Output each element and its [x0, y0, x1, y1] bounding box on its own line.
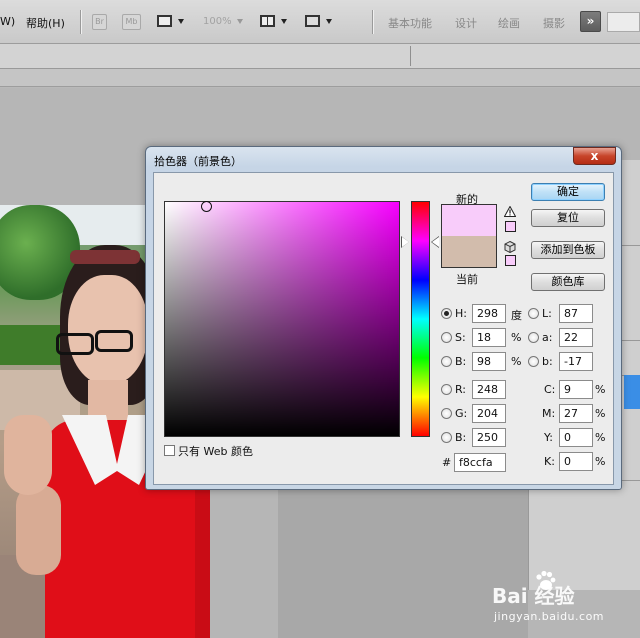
watermark: Bai 经验 jingyan.baidu.com — [492, 570, 632, 624]
blue-input[interactable]: 250 — [472, 428, 506, 447]
dialog-body: 新的 当前 确定 复位 添加到色板 颜色库 H: 298 度 S: 18 % B… — [153, 172, 614, 485]
a-channel-input[interactable]: 22 — [559, 328, 593, 347]
red-label: R: — [455, 383, 467, 396]
mini-bridge-button[interactable]: Mb — [122, 14, 141, 30]
black-unit: % — [595, 455, 606, 468]
search-box[interactable] — [607, 12, 640, 32]
brightness-unit: % — [511, 355, 522, 368]
web-colors-only-label: 只有 Web 颜色 — [178, 445, 253, 458]
workspace-painting[interactable]: 绘画 — [498, 15, 520, 31]
workspace-design[interactable]: 设计 — [455, 15, 477, 31]
hue-unit: 度 — [511, 309, 522, 322]
new-color-swatch — [442, 205, 496, 236]
dialog-title: 拾色器（前景色） — [154, 155, 242, 168]
hex-input[interactable]: f8ccfa — [454, 453, 506, 472]
paw-icon — [536, 570, 556, 590]
brightness-radio[interactable] — [441, 356, 452, 367]
green-radio[interactable] — [441, 408, 452, 419]
b-channel-radio[interactable] — [528, 356, 539, 367]
yellow-unit: % — [595, 431, 606, 444]
lightness-label: L: — [542, 307, 552, 320]
lightness-input[interactable]: 87 — [559, 304, 593, 323]
out-of-gamut-warning-icon[interactable] — [504, 206, 516, 217]
saturation-radio[interactable] — [441, 332, 452, 343]
add-to-swatches-button[interactable]: 添加到色板 — [531, 241, 605, 259]
black-label: K: — [544, 455, 555, 468]
brightness-input[interactable]: 98 — [472, 352, 506, 371]
options-bar — [0, 44, 640, 69]
arrange-documents-icon[interactable] — [258, 12, 278, 30]
saturation-unit: % — [511, 331, 522, 344]
yellow-label: Y: — [544, 431, 553, 444]
red-input[interactable]: 248 — [472, 380, 506, 399]
saturation-input[interactable]: 18 — [472, 328, 506, 347]
web-colors-only-checkbox[interactable] — [164, 445, 175, 456]
magenta-input[interactable]: 27 — [559, 404, 593, 423]
chevron-down-icon[interactable] — [326, 19, 332, 24]
gamut-swatch[interactable] — [505, 221, 516, 232]
b-channel-label: b: — [542, 355, 553, 368]
menu-bar: W) 帮助(H) Br Mb 100% 基本功能 设计 绘画 摄影 » — [0, 0, 640, 44]
bridge-button[interactable]: Br — [92, 14, 107, 30]
magenta-label: M: — [542, 407, 556, 420]
green-input[interactable]: 204 — [472, 404, 506, 423]
chevron-down-icon[interactable] — [281, 19, 287, 24]
hue-slider[interactable] — [411, 201, 430, 437]
color-preview — [441, 204, 497, 268]
saturation-label: S: — [455, 331, 466, 344]
chevron-down-icon[interactable] — [178, 19, 184, 24]
cyan-unit: % — [595, 383, 606, 396]
a-channel-radio[interactable] — [528, 332, 539, 343]
green-label: G: — [455, 407, 468, 420]
blue-radio[interactable] — [441, 432, 452, 443]
ok-button[interactable]: 确定 — [531, 183, 605, 201]
workspace-photography[interactable]: 摄影 — [543, 15, 565, 31]
color-libraries-button[interactable]: 颜色库 — [531, 273, 605, 291]
cyan-label: C: — [544, 383, 556, 396]
more-workspaces-button[interactable]: » — [580, 11, 601, 32]
zoom-level[interactable]: 100% — [203, 16, 232, 27]
document-tab-strip — [0, 69, 640, 87]
red-radio[interactable] — [441, 384, 452, 395]
color-picker-dialog: 拾色器（前景色） x 新的 当前 确定 复位 添加到色板 颜色库 H: 298 … — [145, 146, 622, 490]
view-extras-icon[interactable] — [155, 12, 175, 30]
brightness-label: B: — [455, 355, 467, 368]
b-channel-input[interactable]: -17 — [559, 352, 593, 371]
menu-item-window[interactable]: W) — [0, 15, 15, 28]
black-input[interactable]: 0 — [559, 452, 593, 471]
cyan-input[interactable]: 9 — [559, 380, 593, 399]
menu-item-help[interactable]: 帮助(H) — [26, 15, 65, 31]
hue-label: H: — [455, 307, 467, 320]
web-safe-cube-icon[interactable] — [504, 241, 516, 253]
blue-label: B: — [455, 431, 467, 444]
pasteboard — [278, 490, 528, 638]
workspace-essentials[interactable]: 基本功能 — [388, 15, 432, 31]
web-safe-swatch[interactable] — [505, 255, 516, 266]
hex-label: # — [442, 456, 452, 469]
selected-layer-highlight[interactable] — [624, 375, 640, 409]
a-channel-label: a: — [542, 331, 553, 344]
current-color-swatch[interactable] — [442, 236, 496, 267]
hue-radio[interactable] — [441, 308, 452, 319]
saturation-brightness-field[interactable] — [164, 200, 400, 437]
menu-separator — [372, 10, 373, 34]
lightness-radio[interactable] — [528, 308, 539, 319]
color-sample-marker[interactable] — [201, 200, 213, 212]
close-button[interactable]: x — [573, 147, 616, 165]
yellow-input[interactable]: 0 — [559, 428, 593, 447]
magenta-unit: % — [595, 407, 606, 420]
screen-mode-icon[interactable] — [303, 12, 323, 30]
watermark-url: jingyan.baidu.com — [494, 610, 605, 623]
hue-input[interactable]: 298 — [472, 304, 506, 323]
chevron-down-icon[interactable] — [237, 19, 243, 24]
current-color-label: 当前 — [456, 273, 478, 286]
reset-button[interactable]: 复位 — [531, 209, 605, 227]
menu-separator — [80, 10, 81, 34]
